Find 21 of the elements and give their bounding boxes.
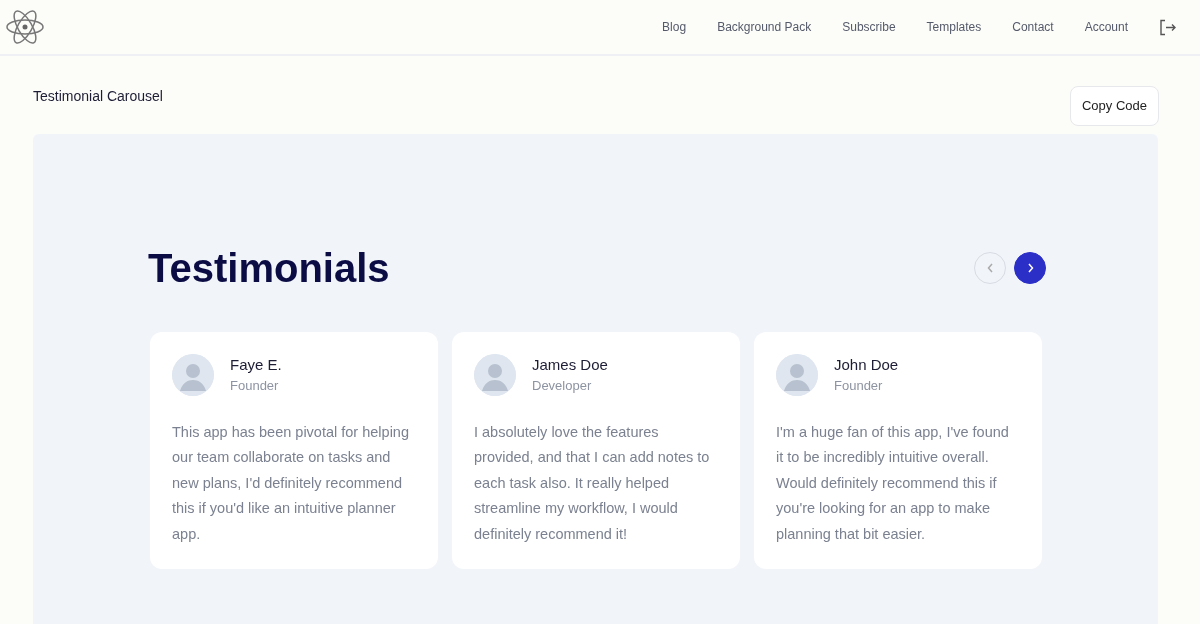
atom-logo-icon[interactable] [4,8,46,46]
person-role: Founder [834,377,884,395]
page-title: Testimonial Carousel [33,87,163,106]
nav-link[interactable]: Blog [662,18,687,36]
nav-link[interactable]: Background Pack [717,18,812,36]
person-role: Founder [230,377,280,395]
nav-link[interactable]: Contact [1012,18,1054,36]
copy-code-button[interactable]: Copy Code [1069,86,1159,126]
testimonial-quote: This app has been pivotal for helping our team collaborate on tasks and new plans, I'd definitely recommend this if you'd like an intuitive planner app. [172,422,410,544]
person-name: James Doe [532,354,608,375]
person-role: Developer [532,377,593,395]
nav-link[interactable]: Account [1084,18,1128,36]
next-button[interactable] [1014,251,1046,284]
person-name: Faye E. [230,354,282,375]
testimonial-quote: I'm a huge fan of this app, I've found it to be incredibly intuitive overall. Would definitely recommend this if you're looking for an app to make planning that bit easier. [776,422,1010,544]
nav-link[interactable]: Templates [926,18,982,36]
person-name: John Doe [834,354,899,375]
section-heading: Testimonials [148,244,390,292]
logout-icon[interactable] [1159,18,1176,36]
nav-link[interactable]: Subscribe [842,18,896,36]
testimonial-quote: I absolutely love the features provided, and that I can add notes to each task also. It really helped streamline my workflow, I would definitely recommend it! [474,422,711,544]
